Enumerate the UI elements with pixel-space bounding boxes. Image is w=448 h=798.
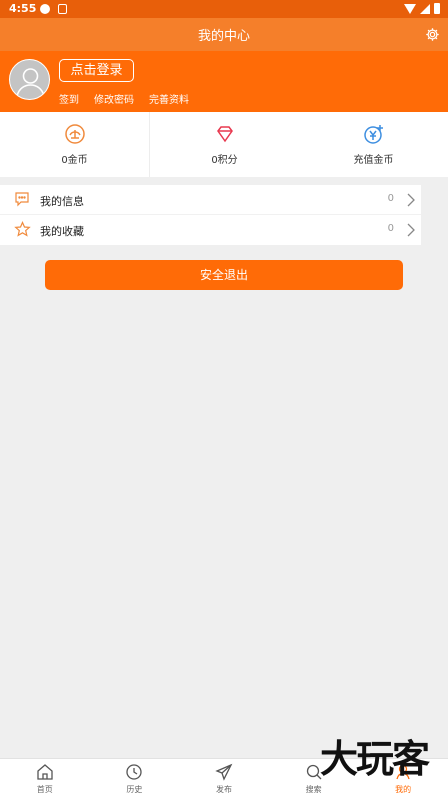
change-password-link[interactable]: 修改密码	[94, 91, 134, 106]
status-indicators	[404, 3, 440, 14]
wifi-icon	[404, 3, 416, 14]
tab-publish[interactable]: 发布	[179, 759, 269, 798]
chevron-right-icon	[407, 223, 415, 237]
stat-coins-label: 0金币	[61, 155, 88, 166]
stat-recharge[interactable]: 充值金币	[299, 112, 448, 177]
gear-icon[interactable]	[425, 27, 440, 42]
status-bar: 4:55	[0, 0, 448, 18]
logout-button[interactable]: 安全退出	[45, 260, 403, 290]
default-avatar-icon	[16, 68, 45, 97]
stat-points[interactable]: 0积分	[149, 112, 299, 177]
chevron-right-icon	[407, 193, 415, 207]
app-bar: 我的中心	[0, 18, 448, 51]
tab-label: 我的	[395, 785, 412, 794]
watermark: 大玩客	[319, 737, 430, 781]
profile-header: 点击登录 签到 修改密码 完善资料	[0, 51, 448, 112]
list-item-count: 0	[387, 223, 394, 234]
checkin-link[interactable]: 签到	[59, 91, 79, 106]
coin-icon	[64, 124, 85, 144]
send-icon	[215, 763, 233, 781]
complete-profile-link[interactable]: 完善资料	[149, 91, 189, 106]
message-icon	[15, 192, 29, 207]
signal-icon	[420, 3, 430, 14]
list-item-favorites[interactable]: 我的收藏 0	[0, 215, 421, 245]
clock-icon	[126, 764, 143, 780]
stats-row: 0金币 0积分 充值金币	[0, 112, 448, 177]
page-title: 我的中心	[197, 29, 250, 44]
battery-icon	[434, 3, 440, 14]
menu-list: 我的信息 0 我的收藏 0	[0, 185, 421, 245]
stat-coins[interactable]: 0金币	[0, 112, 149, 177]
tab-home[interactable]: 首页	[0, 759, 90, 798]
list-item-label: 我的收藏	[40, 225, 84, 238]
avatar[interactable]	[9, 59, 50, 100]
home-icon	[37, 764, 53, 780]
tab-label: 发布	[215, 785, 232, 794]
notification-icon	[58, 4, 67, 14]
stat-points-label: 0积分	[211, 155, 238, 166]
stat-recharge-label: 充值金币	[353, 155, 394, 166]
diamond-icon	[216, 126, 233, 143]
list-item-messages[interactable]: 我的信息 0	[0, 185, 421, 215]
list-item-label: 我的信息	[40, 195, 84, 208]
login-button[interactable]: 点击登录	[59, 59, 134, 82]
recharge-icon	[363, 125, 383, 144]
tab-label: 搜索	[305, 785, 322, 794]
alert-icon	[40, 4, 50, 14]
tab-label: 历史	[126, 785, 143, 794]
profile-links: 签到 修改密码 完善资料	[59, 91, 189, 106]
tab-label: 首页	[36, 785, 53, 794]
list-item-count: 0	[387, 193, 394, 204]
star-icon	[14, 221, 31, 237]
status-time: 4:55	[9, 2, 37, 15]
tab-history[interactable]: 历史	[90, 759, 180, 798]
